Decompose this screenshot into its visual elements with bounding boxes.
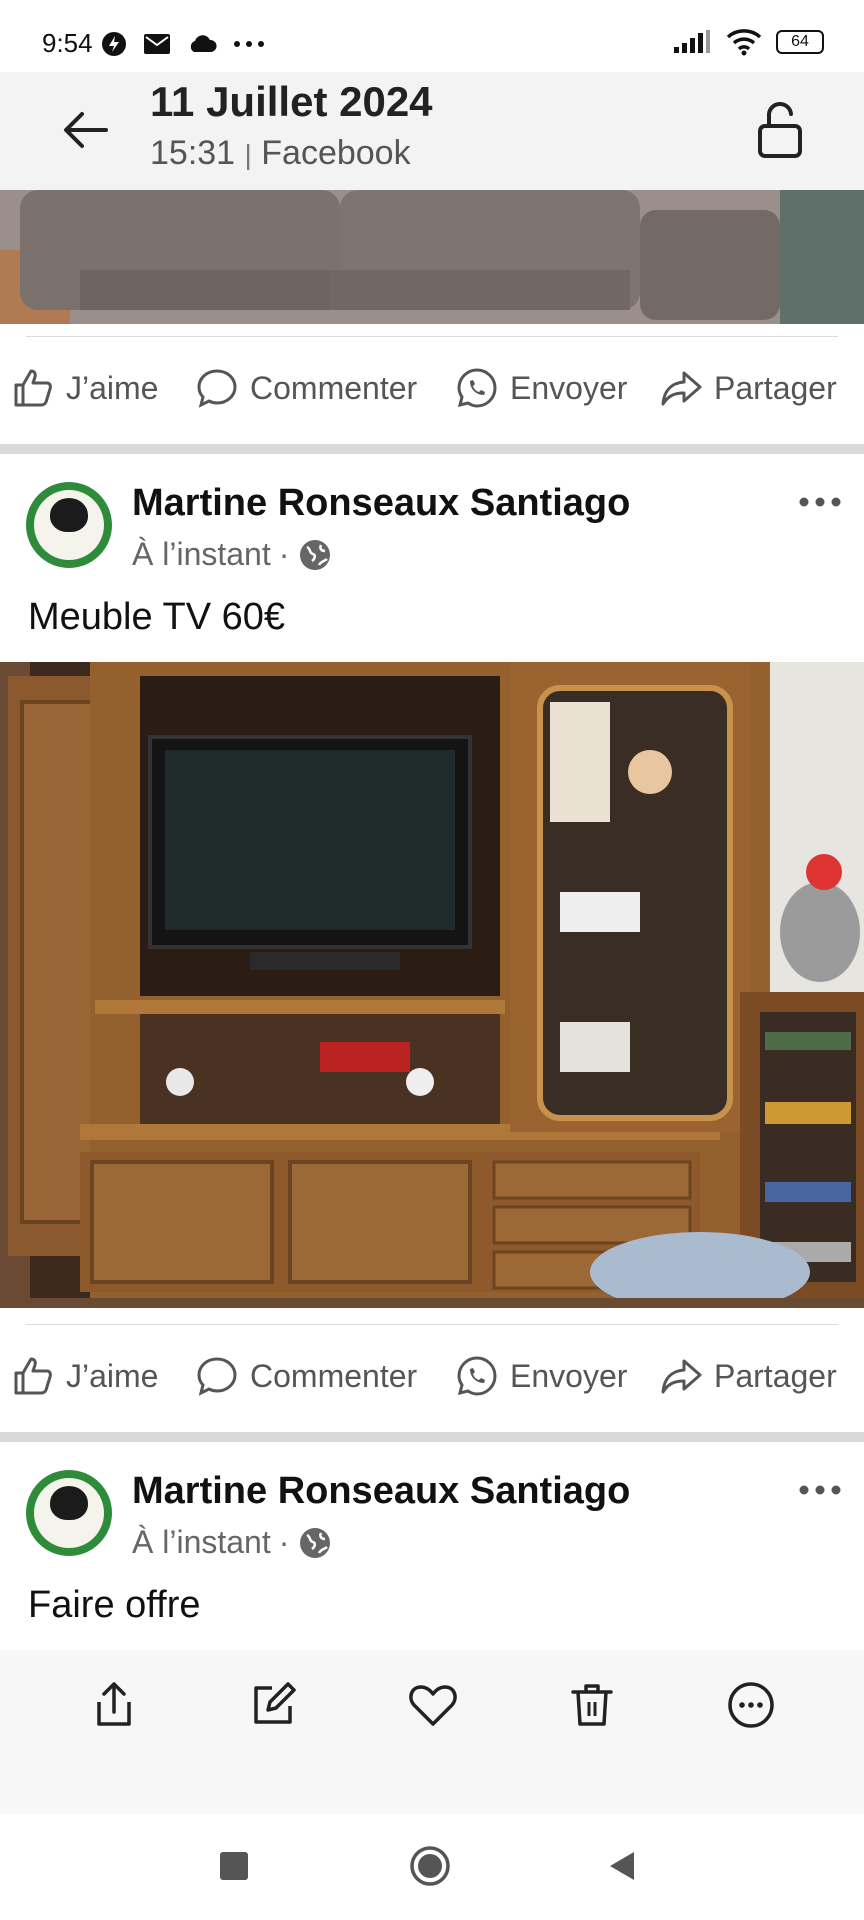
edit-icon bbox=[254, 1682, 296, 1724]
meta-dot: · bbox=[278, 536, 290, 572]
comment-label: Commenter bbox=[250, 369, 418, 406]
post-photo-tv-cabinet[interactable] bbox=[0, 662, 864, 1308]
mail-icon bbox=[144, 34, 170, 54]
post-author[interactable]: Martine Ronseaux Santiago bbox=[132, 1470, 630, 1513]
feed-separator bbox=[0, 1432, 864, 1442]
post-photo-sofa[interactable] bbox=[0, 190, 864, 324]
heart-icon bbox=[409, 1685, 457, 1726]
avatar-image bbox=[50, 1486, 88, 1520]
share-label: Partager bbox=[714, 369, 837, 406]
more-tool-button[interactable] bbox=[724, 1678, 778, 1732]
tv-cabinet-image bbox=[0, 662, 864, 1308]
post-time[interactable]: À l’instant bbox=[132, 1524, 271, 1561]
post-author[interactable]: Martine Ronseaux Santiago bbox=[132, 482, 630, 525]
delete-tool-button[interactable] bbox=[565, 1678, 619, 1732]
like-button[interactable]: J’aime bbox=[12, 1355, 158, 1397]
more-horizontal-icon bbox=[799, 497, 841, 507]
send-label: Envoyer bbox=[510, 369, 628, 406]
post-divider bbox=[26, 336, 838, 337]
back-nav-button[interactable] bbox=[604, 1848, 640, 1884]
avatar-image bbox=[50, 498, 88, 532]
status-icons-right: 64 bbox=[672, 28, 824, 56]
globe-icon bbox=[300, 539, 331, 570]
battery-icon: 64 bbox=[776, 30, 824, 54]
share-arrow-icon bbox=[661, 371, 702, 406]
share-arrow-icon bbox=[661, 1359, 702, 1394]
edit-tool-button[interactable] bbox=[246, 1678, 300, 1732]
arrow-left-icon bbox=[64, 112, 108, 148]
home-button[interactable] bbox=[408, 1844, 452, 1888]
share-tool-button[interactable] bbox=[87, 1678, 141, 1732]
post-more-button[interactable] bbox=[798, 1462, 842, 1507]
like-label: J’aime bbox=[66, 369, 159, 406]
send-label: Envoyer bbox=[510, 1357, 628, 1394]
like-button[interactable]: J’aime bbox=[12, 367, 158, 409]
unlock-icon bbox=[758, 101, 802, 158]
back-triangle-icon bbox=[610, 1852, 634, 1880]
home-circle-icon bbox=[410, 1846, 450, 1886]
post-actions: J’aime Commenter Envoyer Partager bbox=[0, 1336, 864, 1416]
meta-dot: · bbox=[278, 1524, 290, 1560]
comment-button[interactable]: Commenter bbox=[196, 1355, 417, 1397]
cloud-icon bbox=[190, 35, 217, 52]
comment-button[interactable]: Commenter bbox=[196, 367, 417, 409]
post-meta: À l’instant · bbox=[132, 1524, 333, 1561]
sofa-image bbox=[0, 190, 864, 324]
photo-subtitle: 15:31 | Facebook bbox=[150, 134, 411, 173]
comment-icon bbox=[197, 1357, 237, 1396]
photo-date: 11 Juillet 2024 bbox=[150, 78, 433, 125]
post-text: Meuble TV 60€ bbox=[28, 596, 286, 638]
post-text: Faire offre bbox=[28, 1584, 201, 1626]
avatar[interactable] bbox=[26, 1470, 112, 1556]
share-icon bbox=[97, 1682, 131, 1726]
like-label: J’aime bbox=[66, 1357, 159, 1394]
more-horizontal-icon bbox=[234, 41, 264, 47]
status-icons-left bbox=[100, 30, 266, 58]
post-more-button[interactable] bbox=[798, 474, 842, 519]
comment-label: Commenter bbox=[250, 1357, 418, 1394]
send-button[interactable]: Envoyer bbox=[456, 1355, 627, 1397]
thumbs-up-icon bbox=[14, 1357, 52, 1395]
back-button[interactable] bbox=[56, 100, 116, 160]
subtitle-separator: | bbox=[244, 139, 252, 170]
thumbs-up-icon bbox=[14, 369, 52, 407]
post-divider bbox=[26, 1324, 838, 1325]
favorite-tool-button[interactable] bbox=[406, 1678, 460, 1732]
comment-icon bbox=[197, 369, 237, 408]
share-label: Partager bbox=[714, 1357, 837, 1394]
whatsapp-icon bbox=[457, 1356, 497, 1396]
send-button[interactable]: Envoyer bbox=[456, 367, 627, 409]
more-horizontal-icon bbox=[799, 1485, 841, 1495]
signal-icon bbox=[674, 30, 710, 53]
status-time: 9:54 bbox=[42, 28, 93, 58]
flash-icon bbox=[102, 32, 126, 56]
avatar[interactable] bbox=[26, 482, 112, 568]
recents-button[interactable] bbox=[220, 1852, 248, 1880]
post-meta: À l’instant · bbox=[132, 536, 333, 573]
post-actions: J’aime Commenter Envoyer Partager bbox=[0, 348, 864, 428]
wifi-icon bbox=[726, 29, 762, 56]
globe-icon bbox=[300, 1527, 331, 1558]
lock-button[interactable] bbox=[752, 100, 808, 160]
feed-separator bbox=[0, 444, 864, 454]
share-button[interactable]: Partager bbox=[660, 367, 837, 409]
share-button[interactable]: Partager bbox=[660, 1355, 837, 1397]
post-time[interactable]: À l’instant bbox=[132, 536, 271, 573]
photo-time: 15:31 bbox=[150, 134, 236, 172]
photo-source: Facebook bbox=[261, 134, 411, 172]
whatsapp-icon bbox=[457, 368, 497, 408]
more-icon bbox=[728, 1682, 774, 1728]
trash-icon bbox=[571, 1684, 613, 1726]
battery-level: 64 bbox=[791, 33, 809, 50]
